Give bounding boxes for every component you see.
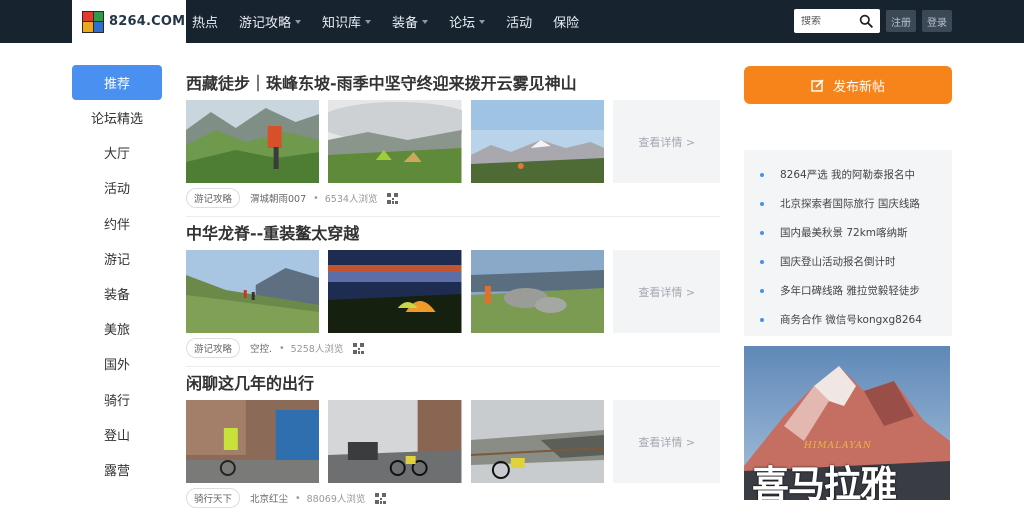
sidebar-item-hall[interactable]: 大厅 bbox=[72, 135, 162, 170]
banner-title-cn: 喜马拉雅 bbox=[752, 462, 897, 500]
author-name[interactable]: 北京红尘 bbox=[250, 491, 288, 505]
announcement-item[interactable]: 国内最美秋景 72km喀纳斯 bbox=[744, 218, 952, 247]
nav-knowledge[interactable]: 知识库 bbox=[322, 12, 372, 31]
sidebar-item-mountaineering[interactable]: 登山 bbox=[72, 417, 162, 452]
sidebar-item-forum-picks[interactable]: 论坛精选 bbox=[72, 100, 162, 135]
view-count: 6534人浏览 bbox=[324, 194, 378, 205]
himalaya-ad-banner[interactable]: HIMALAYAN 喜马拉雅 bbox=[744, 346, 950, 500]
sidebar-item-travelogues[interactable]: 游记 bbox=[72, 241, 162, 276]
post-thumbnails: 查看详情 > bbox=[186, 250, 720, 333]
login-button[interactable]: 登录 bbox=[922, 10, 952, 32]
edit-icon bbox=[811, 78, 824, 92]
nav-events[interactable]: 活动 bbox=[506, 12, 532, 31]
chevron-down-icon bbox=[365, 20, 372, 24]
register-button[interactable]: 注册 bbox=[886, 10, 916, 32]
post-meta: 游记攻略 渭城朝雨007 • 6534人浏览 bbox=[186, 183, 720, 213]
search-icon[interactable] bbox=[859, 14, 873, 28]
sidebar-item-events[interactable]: 活动 bbox=[72, 170, 162, 205]
category-tag[interactable]: 游记攻略 bbox=[186, 338, 241, 358]
post-image[interactable] bbox=[186, 250, 320, 333]
bullet-icon bbox=[760, 288, 764, 293]
site-logo[interactable]: 8264.COM bbox=[72, 0, 186, 43]
post-thumbnails: 查看详情 > bbox=[186, 400, 720, 483]
qr-code-icon[interactable] bbox=[353, 342, 365, 354]
view-details-button[interactable]: 查看详情 > bbox=[613, 100, 720, 183]
category-tag[interactable]: 骑行天下 bbox=[186, 488, 241, 508]
category-sidebar: 推荐 论坛精选 大厅 活动 约伴 游记 装备 美旅 国外 骑行 登山 露营 bbox=[72, 65, 162, 487]
post-image[interactable] bbox=[470, 100, 605, 183]
nav-gear[interactable]: 装备 bbox=[392, 12, 429, 31]
nav-hot[interactable]: 热点 bbox=[192, 12, 218, 31]
post-meta: 游记攻略 空控. • 5258人浏览 bbox=[186, 333, 720, 363]
post-image[interactable] bbox=[328, 100, 462, 183]
bullet-icon bbox=[760, 259, 764, 264]
post-image[interactable] bbox=[470, 400, 605, 483]
bullet-icon bbox=[760, 201, 764, 206]
search-input[interactable] bbox=[801, 15, 857, 27]
view-count: 5258人浏览 bbox=[290, 344, 344, 355]
bullet-icon bbox=[760, 230, 764, 235]
post-image[interactable] bbox=[328, 400, 462, 483]
post-image[interactable] bbox=[186, 400, 320, 483]
post-image[interactable] bbox=[470, 250, 605, 333]
divider bbox=[186, 216, 720, 217]
post-title[interactable]: 中华龙脊--重装鳌太穿越 bbox=[186, 218, 720, 250]
chevron-down-icon bbox=[422, 20, 429, 24]
nav-insurance[interactable]: 保险 bbox=[553, 12, 579, 31]
logo-text: 8264.COM bbox=[109, 14, 186, 29]
divider bbox=[186, 366, 720, 367]
sidebar-item-abroad[interactable]: 国外 bbox=[72, 346, 162, 381]
bullet-icon bbox=[760, 172, 764, 177]
chevron-down-icon bbox=[295, 20, 302, 24]
chevron-down-icon bbox=[479, 20, 486, 24]
sidebar-item-companions[interactable]: 约伴 bbox=[72, 206, 162, 241]
post-thumbnails: 查看详情 > bbox=[186, 100, 720, 183]
post-card: 西藏徒步｜珠峰东坡-雨季中坚守终迎来拨开云雾见神山 查看详情 > 游记攻略 渭城… bbox=[186, 68, 720, 218]
post-card: 中华龙脊--重装鳌太穿越 查看详情 > 游记攻略 空控. • 5258人浏览 bbox=[186, 218, 720, 368]
main-nav: 热点 游记攻略 知识库 装备 论坛 活动 保险 bbox=[192, 0, 600, 43]
announcement-list: 8264严选 我的阿勒泰报名中 北京探索者国际旅行 国庆线路 国内最美秋景 72… bbox=[744, 150, 952, 336]
view-details-button[interactable]: 查看详情 > bbox=[613, 400, 720, 483]
bullet-icon bbox=[760, 317, 764, 322]
sidebar-item-cycling[interactable]: 骑行 bbox=[72, 382, 162, 417]
category-tag[interactable]: 游记攻略 bbox=[186, 188, 241, 208]
sidebar-item-gear[interactable]: 装备 bbox=[72, 276, 162, 311]
qr-code-icon[interactable] bbox=[375, 492, 387, 504]
new-post-button[interactable]: 发布新帖 bbox=[744, 66, 952, 104]
post-title[interactable]: 闲聊这几年的出行 bbox=[186, 368, 720, 400]
author-name[interactable]: 渭城朝雨007 bbox=[250, 191, 306, 205]
author-name[interactable]: 空控. bbox=[250, 341, 272, 355]
view-details-button[interactable]: 查看详情 > bbox=[613, 250, 720, 333]
nav-forum[interactable]: 论坛 bbox=[449, 12, 486, 31]
logo-icon bbox=[82, 10, 104, 33]
nav-travel-guides[interactable]: 游记攻略 bbox=[239, 12, 302, 31]
announcement-item[interactable]: 北京探索者国际旅行 国庆线路 bbox=[744, 189, 952, 218]
post-image[interactable] bbox=[186, 100, 320, 183]
announcement-item[interactable]: 商务合作 微信号kongxg8264 bbox=[744, 305, 952, 334]
sidebar-item-recommended[interactable]: 推荐 bbox=[72, 65, 162, 100]
search-box bbox=[794, 9, 880, 33]
announcement-item[interactable]: 8264严选 我的阿勒泰报名中 bbox=[744, 160, 952, 189]
post-title[interactable]: 西藏徒步｜珠峰东坡-雨季中坚守终迎来拨开云雾见神山 bbox=[186, 68, 720, 100]
announcement-item[interactable]: 多年口碑线路 雅拉觉毅轻徒步 bbox=[744, 276, 952, 305]
sidebar-item-beauty-travel[interactable]: 美旅 bbox=[72, 311, 162, 346]
separator-dot: • bbox=[313, 192, 319, 204]
top-navigation-bar: 8264.COM 热点 游记攻略 知识库 装备 论坛 活动 保险 注册 登录 bbox=[0, 0, 1024, 43]
view-count: 88069人浏览 bbox=[306, 494, 366, 505]
post-image[interactable] bbox=[328, 250, 462, 333]
post-card: 闲聊这几年的出行 查看详情 > 骑行天下 北京红尘 • 88069人浏览 bbox=[186, 368, 720, 518]
banner-title-en: HIMALAYAN bbox=[804, 441, 872, 451]
sidebar-item-camping[interactable]: 露营 bbox=[72, 452, 162, 487]
separator-dot: • bbox=[279, 342, 285, 354]
new-post-label: 发布新帖 bbox=[832, 79, 885, 95]
post-feed: 西藏徒步｜珠峰东坡-雨季中坚守终迎来拨开云雾见神山 查看详情 > 游记攻略 渭城… bbox=[186, 68, 720, 518]
announcement-item[interactable]: 国庆登山活动报名倒计时 bbox=[744, 247, 952, 276]
post-meta: 骑行天下 北京红尘 • 88069人浏览 bbox=[186, 483, 720, 513]
qr-code-icon[interactable] bbox=[387, 192, 399, 204]
separator-dot: • bbox=[295, 492, 301, 504]
